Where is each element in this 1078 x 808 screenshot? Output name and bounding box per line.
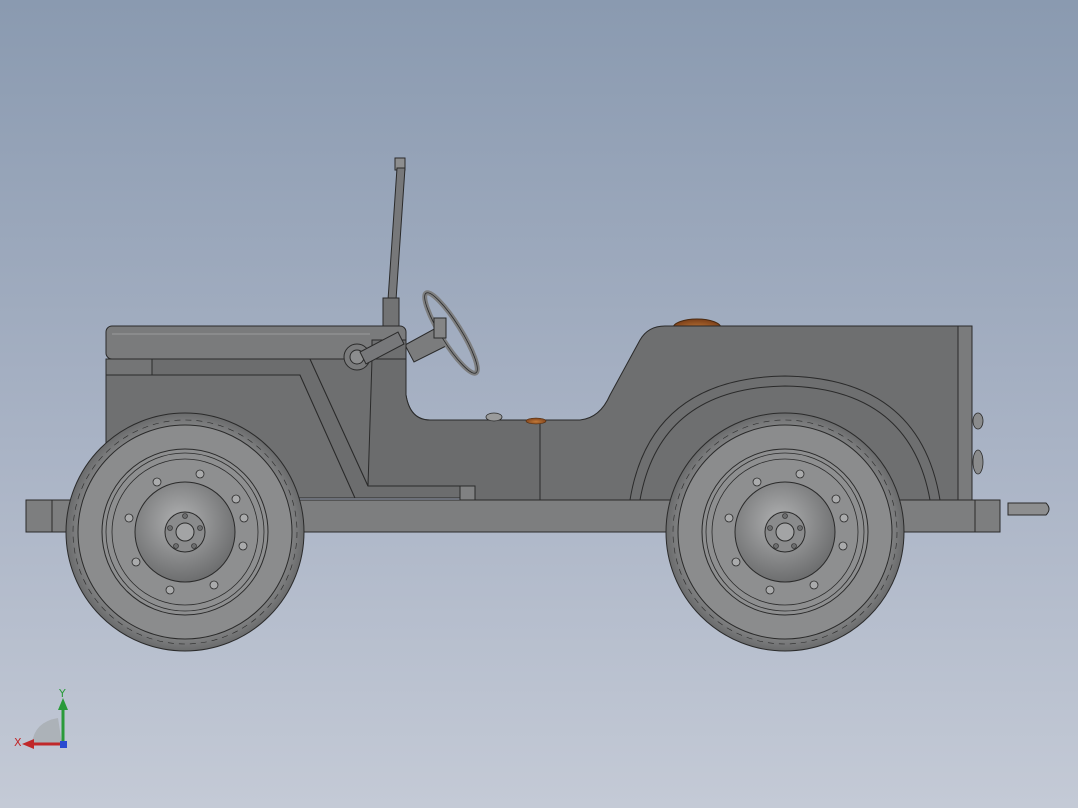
axis-triad[interactable]: Y X: [10, 686, 80, 756]
x-axis-label: X: [14, 736, 22, 749]
jeep-model[interactable]: [0, 0, 1078, 808]
rear-wheel: [665, 412, 905, 652]
windshield-frame: [382, 157, 406, 339]
front-wheel: [65, 412, 305, 652]
steering-wheel: [404, 290, 480, 376]
y-axis-label: Y: [58, 687, 66, 700]
x-axis-arrowhead: [22, 739, 34, 749]
3d-viewport[interactable]: Y X: [0, 0, 1078, 808]
triad-plane-icon: [32, 718, 62, 744]
z-axis-marker: [60, 741, 67, 748]
